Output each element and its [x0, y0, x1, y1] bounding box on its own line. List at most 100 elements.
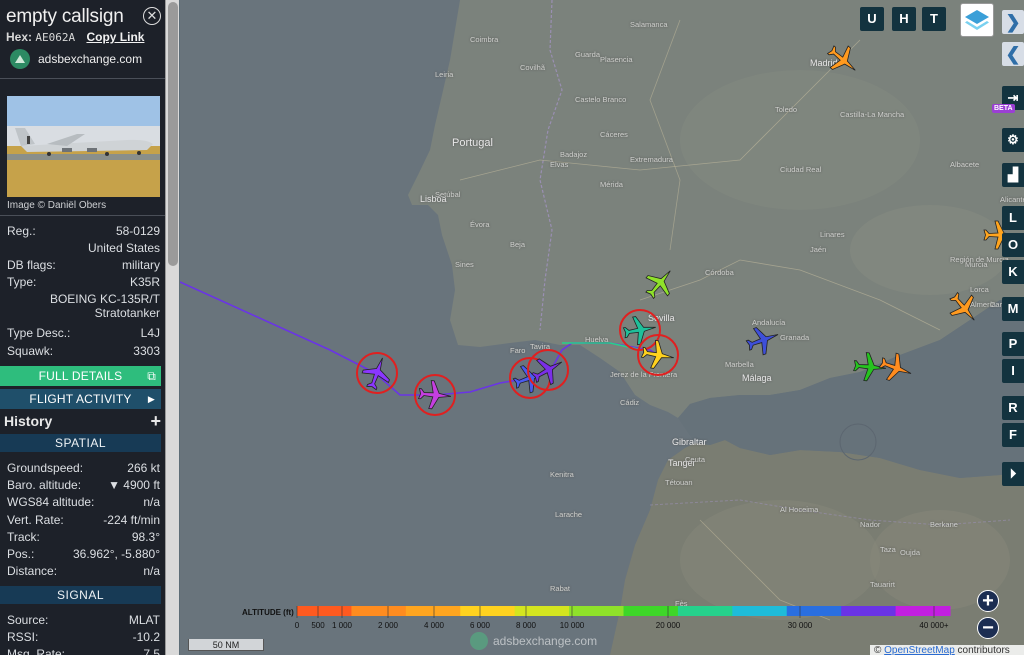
replay-icon: ⏵ — [1009, 466, 1017, 481]
title-row: empty callsign ✕ — [6, 6, 161, 30]
spatial-label: Baro. altitude: — [7, 478, 82, 492]
callsign: empty callsign — [6, 6, 124, 27]
settings-button[interactable]: ⚙ — [1002, 128, 1024, 152]
u-button[interactable]: U — [860, 7, 884, 31]
h-button[interactable]: H — [892, 7, 916, 31]
history-label: History — [4, 413, 53, 429]
spatial-value: 98.3° — [131, 530, 160, 544]
site-name: adsbexchange.com — [38, 52, 143, 66]
spatial-label: Track: — [7, 530, 40, 544]
beta-badge: BETA — [992, 104, 1015, 113]
signal-header[interactable]: SIGNAL — [0, 586, 161, 604]
aircraft-marker[interactable] — [874, 346, 918, 390]
altitude-color-segment — [405, 606, 461, 616]
history-toggle[interactable]: History + — [4, 411, 161, 431]
altitude-color-segment — [351, 606, 407, 616]
altitude-color-segment — [460, 606, 516, 616]
f-button[interactable]: F — [1002, 423, 1024, 447]
signal-value: MLAT — [128, 613, 160, 627]
flight-activity-button[interactable]: FLIGHT ACTIVITY ▶ — [0, 389, 161, 409]
layers-icon — [965, 10, 989, 30]
hex-label: Hex: — [6, 30, 33, 44]
altitude-color-segment — [895, 606, 951, 616]
map-view[interactable]: Madrid Portugal Lisboa Faro Sevilla Córdoba Gr… — [180, 0, 1024, 655]
site-link[interactable]: adsbexchange.com — [10, 48, 142, 70]
altitude-tick-label: 6 000 — [469, 621, 491, 630]
caret-right-icon: ▶ — [147, 394, 155, 404]
sidebar-scrollbar-thumb[interactable] — [168, 2, 178, 266]
chevron-left-icon: ❮ — [1005, 44, 1021, 64]
attribution-suffix: contributors — [954, 645, 1010, 655]
spatial-value: ▼ 4900 ft — [108, 478, 160, 492]
o-button[interactable]: O — [1002, 233, 1024, 257]
replay-button[interactable]: ⏵ — [1002, 462, 1024, 486]
aircraft-marker[interactable] — [413, 373, 457, 417]
base-map — [180, 0, 1024, 655]
hex-value: AE062A — [35, 31, 76, 44]
reg-value: 58-0129 — [115, 224, 160, 238]
altitude-tick-label: 10 000 — [559, 621, 585, 630]
k-button[interactable]: K — [1002, 260, 1024, 284]
divider — [0, 215, 165, 216]
spatial-label: WGS84 altitude: — [7, 495, 95, 509]
watermark: adsbexchange.com — [470, 632, 597, 650]
signal-label: Source: — [7, 613, 49, 627]
sidebar-scrollbar[interactable] — [165, 0, 179, 655]
altitude-color-segment — [623, 606, 679, 616]
spatial-value: n/a — [143, 495, 160, 509]
chevron-left-button[interactable]: ❮ — [1002, 42, 1024, 66]
aircraft-marker[interactable] — [638, 261, 682, 305]
zoom-in-button[interactable]: + — [977, 590, 999, 612]
altitude-tick-label: 4 000 — [423, 621, 445, 630]
plus-icon: + — [150, 411, 161, 431]
db-flags-label: DB flags: — [7, 258, 56, 272]
t-button[interactable]: T — [922, 7, 946, 31]
adsbexchange-logo-icon — [10, 49, 30, 69]
scale-bar: 50 NM — [188, 639, 264, 651]
m-button[interactable]: M — [1002, 297, 1024, 321]
close-icon[interactable]: ✕ — [143, 7, 161, 25]
airplane-icon — [414, 374, 456, 416]
copy-link-button[interactable]: Copy Link — [86, 30, 144, 44]
layers-button[interactable] — [960, 3, 994, 37]
zoom-out-button[interactable]: − — [977, 617, 999, 639]
signal-label: Msg. Rate: — [7, 647, 66, 655]
i-button[interactable]: I — [1002, 359, 1024, 383]
altitude-tick-label: 20 000 — [655, 621, 681, 630]
adsbexchange-watermark-icon — [470, 632, 488, 650]
chevron-right-button[interactable]: ❯ — [1002, 10, 1024, 34]
altitude-color-segment — [786, 606, 842, 616]
aircraft-marker[interactable] — [821, 38, 865, 82]
spatial-label: Distance: — [7, 564, 58, 578]
aircraft-photo[interactable] — [7, 96, 160, 197]
stats-button[interactable]: ▟ — [1002, 163, 1024, 187]
spatial-value: n/a — [143, 564, 160, 578]
terrain — [680, 70, 920, 210]
aircraft-marker[interactable] — [355, 351, 399, 395]
aircraft-marker[interactable] — [526, 348, 570, 392]
aircraft-marker[interactable] — [636, 333, 680, 377]
altitude-tick-label: 2 000 — [377, 621, 399, 630]
divider — [0, 78, 165, 79]
signal-value: 7.5 — [143, 647, 160, 655]
photo-credit: Image © Daniël Obers — [7, 200, 107, 211]
full-details-button[interactable]: FULL DETAILS ⧉ — [0, 366, 161, 386]
spatial-value: 36.962°, -5.880° — [73, 547, 160, 561]
map-attribution: © OpenStreetMap contributors — [870, 645, 1024, 655]
aircraft-marker[interactable] — [741, 318, 785, 362]
r-button[interactable]: R — [1002, 396, 1024, 420]
altitude-color-segment — [569, 606, 624, 616]
attribution-prefix: © — [874, 645, 885, 655]
type-desc-label: Type Desc.: — [7, 326, 71, 340]
altitude-tick-label: 8 000 — [515, 621, 537, 630]
spatial-header[interactable]: SPATIAL — [0, 434, 161, 452]
spatial-value: -224 ft/min — [103, 513, 160, 527]
l-button[interactable]: L — [1002, 206, 1024, 230]
openstreetmap-link[interactable]: OpenStreetMap — [884, 645, 955, 655]
altitude-color-segment — [297, 606, 352, 616]
p-button[interactable]: P — [1002, 332, 1024, 356]
airplane-icon — [645, 270, 671, 300]
aircraft-marker[interactable] — [942, 286, 986, 330]
full-details-label: FULL DETAILS — [38, 369, 123, 383]
altitude-color-segment — [677, 606, 733, 616]
